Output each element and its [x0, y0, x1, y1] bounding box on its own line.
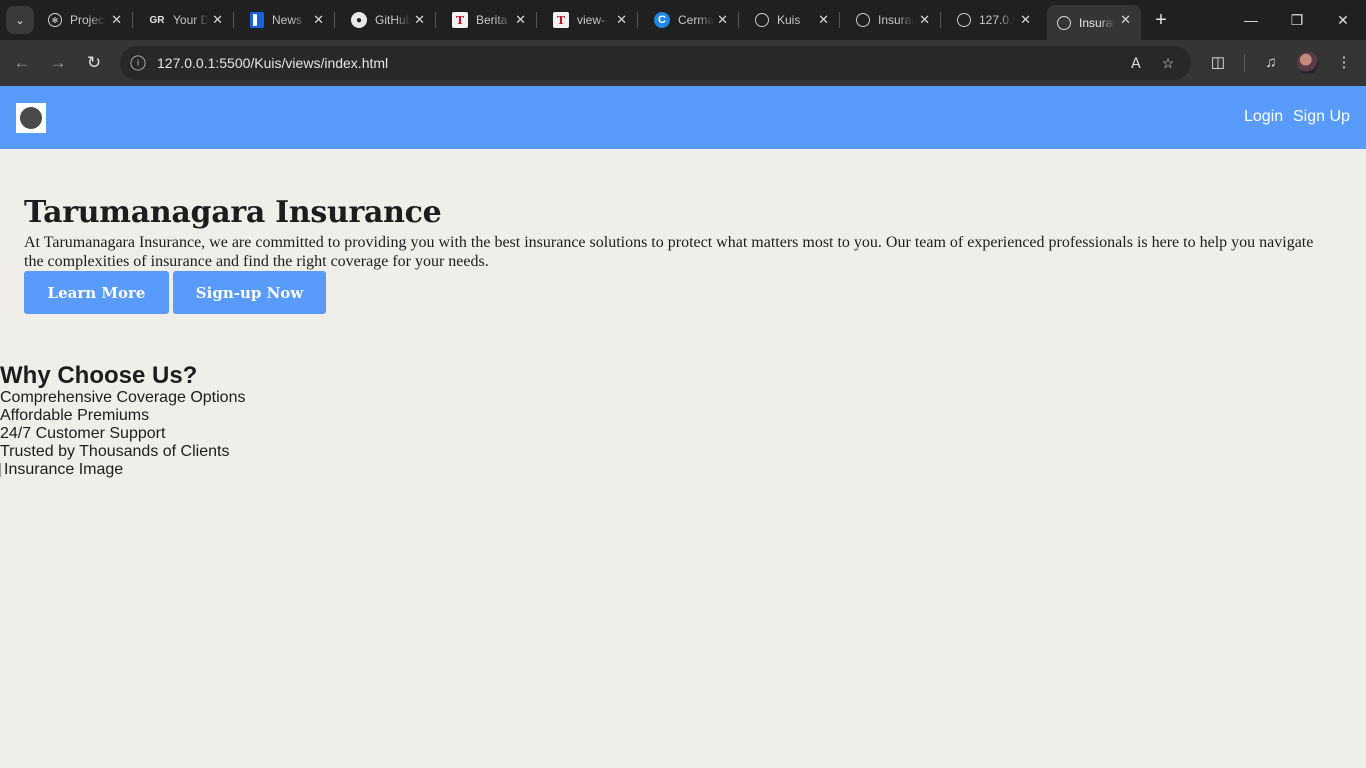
tab-github[interactable]: ● GitHub ✕ — [341, 5, 436, 35]
tab-localhost[interactable]: 127.0.0.1 ✕ — [947, 5, 1041, 35]
tab-news[interactable]: News ✕ — [240, 5, 335, 35]
minimize-button[interactable]: — — [1239, 8, 1263, 32]
tab-berita[interactable]: T Berita ✕ — [442, 5, 537, 35]
menu-kebab-icon[interactable]: ⋮ — [1333, 52, 1355, 74]
close-icon: ✕ — [1337, 12, 1349, 28]
site-logo[interactable] — [16, 103, 46, 133]
address-bar[interactable]: i 127.0.0.1:5500/Kuis/views/index.html Ａ… — [120, 46, 1191, 80]
close-icon[interactable]: ✕ — [818, 12, 829, 28]
close-icon[interactable]: ✕ — [717, 12, 728, 28]
image-alt-text: Insurance Image — [4, 461, 124, 478]
close-icon[interactable]: ✕ — [919, 12, 930, 28]
close-icon[interactable]: ✕ — [414, 12, 425, 28]
tab-insurance[interactable]: Insurance ✕ — [846, 5, 941, 35]
openai-icon: ✻ — [48, 13, 62, 27]
gh-readme-icon: GR — [149, 14, 165, 26]
list-item: 24/7 Customer Support — [0, 425, 166, 442]
forward-button[interactable]: → — [46, 51, 70, 75]
new-tab-button[interactable]: + — [1151, 10, 1171, 30]
site-navbar: Login Sign Up — [0, 86, 1366, 149]
site-info-icon[interactable]: i — [130, 55, 146, 71]
reload-button[interactable]: ↻ — [82, 51, 106, 75]
close-icon[interactable]: ✕ — [1120, 12, 1131, 28]
close-icon[interactable]: ✕ — [212, 12, 223, 28]
arrow-right-icon: → — [49, 53, 67, 72]
t-logo-icon: T — [553, 12, 569, 28]
hero-description: At Tarumanagara Insurance, we are commit… — [24, 234, 1314, 270]
page-viewport: Login Sign Up Tarumanagara Insurance At … — [0, 86, 1366, 768]
chevron-down-icon: ⌄ — [15, 14, 25, 27]
address-url[interactable]: 127.0.0.1:5500/Kuis/views/index.html — [157, 55, 388, 71]
news-icon — [250, 12, 264, 28]
tab-your-dashboard[interactable]: GR Your Dashboard ✕ — [139, 5, 234, 35]
restore-button[interactable]: ❐ — [1285, 8, 1309, 32]
close-icon[interactable]: ✕ — [616, 12, 627, 28]
signup-now-button[interactable]: Sign-up Now — [173, 271, 326, 314]
learn-more-button[interactable]: Learn More — [24, 271, 169, 314]
close-icon[interactable]: ✕ — [111, 12, 122, 28]
t-logo-icon: T — [452, 12, 468, 28]
tab-strip: ⌄ ✻ Projects ✕ GR Your Dashboard ✕ News … — [0, 0, 1366, 40]
close-icon[interactable]: ✕ — [313, 12, 324, 28]
tab-cermati[interactable]: C Cermati ✕ — [644, 5, 739, 35]
extensions-icon[interactable]: ◫ — [1207, 52, 1229, 74]
bookmark-star-icon[interactable]: ☆ — [1158, 53, 1178, 73]
why-choose-us-heading: Why Choose Us? — [0, 362, 198, 389]
restore-icon: ❐ — [1290, 12, 1304, 28]
login-link[interactable]: Login — [1244, 108, 1283, 126]
browser-toolbar: ← → ↻ i 127.0.0.1:5500/Kuis/views/index.… — [0, 40, 1366, 86]
profile-avatar[interactable] — [1297, 52, 1319, 74]
tab-insurance-active[interactable]: Insurance ✕ — [1047, 5, 1141, 40]
close-icon[interactable]: ✕ — [1020, 12, 1031, 28]
reload-icon: ↻ — [86, 53, 102, 72]
list-item: Affordable Premiums — [0, 407, 150, 424]
globe-icon — [755, 13, 769, 27]
plus-icon: + — [1155, 9, 1167, 31]
tab-search-button[interactable]: ⌄ — [6, 6, 34, 34]
globe-icon — [856, 13, 870, 27]
c-logo-icon: C — [654, 12, 670, 28]
tab-projects[interactable]: ✻ Projects ✕ — [38, 5, 133, 35]
signup-link[interactable]: Sign Up — [1293, 108, 1350, 126]
logo-image — [20, 107, 42, 129]
arrow-left-icon: ← — [13, 53, 31, 72]
tab-kuis[interactable]: Kuis ✕ — [745, 5, 840, 35]
tab-view[interactable]: T view- ✕ — [543, 5, 638, 35]
close-window-button[interactable]: ✕ — [1331, 8, 1355, 32]
minimize-icon: — — [1244, 12, 1258, 28]
back-button[interactable]: ← — [10, 51, 34, 75]
github-icon: ● — [351, 12, 367, 28]
close-icon[interactable]: ✕ — [515, 12, 526, 28]
list-item: Comprehensive Coverage Options — [0, 389, 246, 406]
globe-icon — [957, 13, 971, 27]
hero-title: Tarumanagara Insurance — [24, 195, 442, 230]
media-control-icon[interactable]: ♫ — [1260, 52, 1282, 74]
benefits-list: Comprehensive Coverage Options Affordabl… — [0, 389, 245, 461]
globe-icon — [1057, 15, 1071, 30]
list-item: Trusted by Thousands of Clients — [0, 443, 230, 460]
insurance-image: Insurance Image — [0, 461, 123, 479]
translate-icon[interactable]: Ａ — [1126, 53, 1146, 73]
